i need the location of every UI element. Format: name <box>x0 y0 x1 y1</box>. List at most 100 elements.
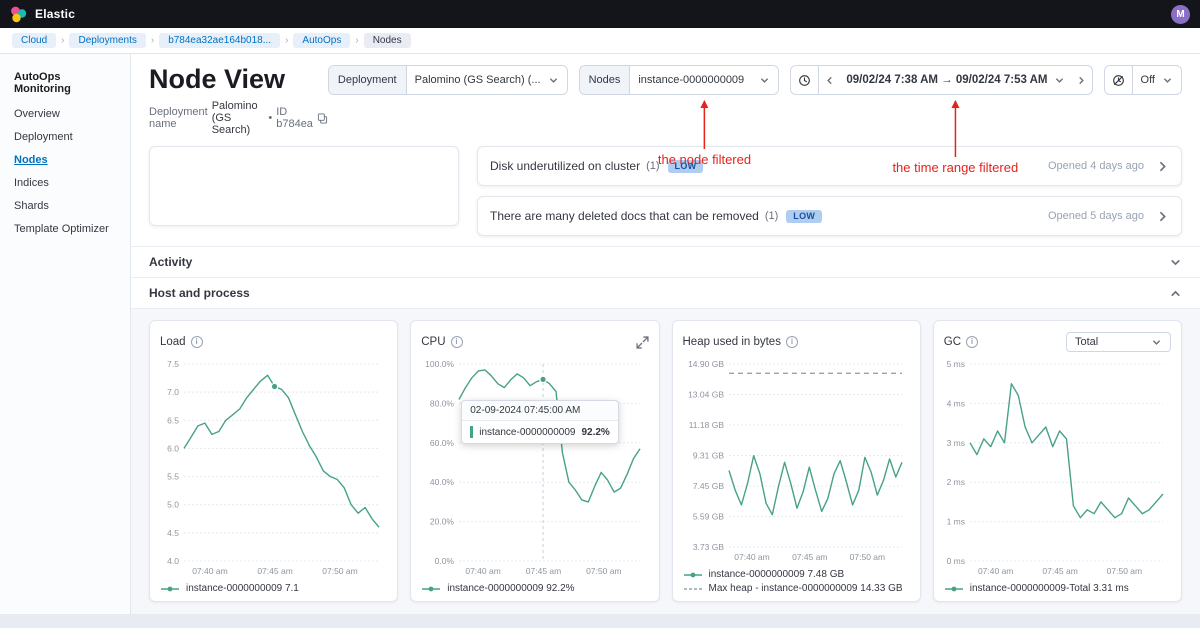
svg-text:07:40 am: 07:40 am <box>192 566 227 576</box>
time-next-button[interactable] <box>1072 66 1092 94</box>
svg-text:80.0%: 80.0% <box>430 398 455 408</box>
gc-metric-select[interactable]: Total <box>1066 332 1171 352</box>
time-range-display[interactable]: 09/02/24 7:38 AM → 09/02/24 7:53 AM <box>839 66 1071 94</box>
breadcrumb-separator-icon: › <box>151 35 154 46</box>
chevron-down-icon <box>1151 337 1162 348</box>
svg-text:07:50 am: 07:50 am <box>849 552 884 562</box>
svg-text:0 ms: 0 ms <box>946 556 964 566</box>
svg-text:7.45 GB: 7.45 GB <box>692 481 724 491</box>
info-icon[interactable]: i <box>966 336 978 348</box>
heap-chart-plot[interactable]: 14.90 GB13.04 GB11.18 GB9.31 GB7.45 GB5.… <box>683 354 910 563</box>
breadcrumb-cloud[interactable]: Cloud <box>12 33 56 48</box>
clock-history-icon <box>798 74 811 87</box>
breadcrumb-autoops[interactable]: AutoOps <box>293 33 350 48</box>
svg-text:3 ms: 3 ms <box>946 438 964 448</box>
sidebar-item-template-optimizer[interactable]: Template Optimizer <box>14 223 116 235</box>
brand-name: Elastic <box>35 7 75 21</box>
chart-title: CPU <box>421 336 445 348</box>
info-icon[interactable]: i <box>451 336 463 348</box>
expand-icon[interactable] <box>636 336 649 349</box>
svg-text:07:45 am: 07:45 am <box>1042 566 1077 576</box>
severity-badge: LOW <box>668 160 704 173</box>
gc-chart-plot[interactable]: 5 ms4 ms3 ms2 ms1 ms0 ms07:40 am07:45 am… <box>944 354 1171 577</box>
sidebar-item-deployment[interactable]: Deployment <box>14 131 116 143</box>
svg-text:11.18 GB: 11.18 GB <box>688 420 724 430</box>
svg-text:40.0%: 40.0% <box>430 477 455 487</box>
svg-text:7.5: 7.5 <box>167 359 179 369</box>
chevron-down-icon <box>759 75 770 86</box>
svg-text:07:40 am: 07:40 am <box>466 566 501 576</box>
chevron-up-icon <box>1169 287 1182 300</box>
time-picker-group: 09/02/24 7:38 AM → 09/02/24 7:53 AM <box>790 65 1092 95</box>
deployment-meta: Deployment name Palomino (GS Search) • I… <box>149 100 328 136</box>
breadcrumb-nodes: Nodes <box>364 33 411 48</box>
legend-item[interactable]: Max heap - instance-0000000009 14.33 GB <box>683 583 910 594</box>
breadcrumb-separator-icon: › <box>355 35 358 46</box>
activity-label: Activity <box>149 255 192 269</box>
time-prev-button[interactable] <box>819 66 839 94</box>
legend-item[interactable]: instance-0000000009-Total 3.31 ms <box>944 583 1171 594</box>
events-panel-left <box>149 146 459 226</box>
cpu-chart-plot[interactable]: 02-09-2024 07:45:00 AM instance-00000000… <box>421 354 648 577</box>
load-chart-plot[interactable]: 7.57.06.56.05.55.04.54.007:40 am07:45 am… <box>160 354 387 577</box>
gc-chart-card: GC i Total 5 ms4 ms3 ms2 ms1 ms0 ms07:40… <box>933 320 1182 602</box>
legend-item[interactable]: instance-0000000009 92.2% <box>421 583 648 594</box>
breadcrumb-deployment-id[interactable]: b784ea32ae164b018... <box>159 33 280 48</box>
refresh-interval-select[interactable]: Off <box>1133 66 1181 94</box>
svg-text:07:40 am: 07:40 am <box>734 552 769 562</box>
sidebar-item-overview[interactable]: Overview <box>14 108 116 120</box>
svg-text:5.5: 5.5 <box>167 472 179 482</box>
svg-text:07:40 am: 07:40 am <box>978 566 1013 576</box>
info-icon[interactable]: i <box>786 336 798 348</box>
nodes-select[interactable]: instance-0000000009 <box>630 66 778 94</box>
breadcrumb-deployments[interactable]: Deployments <box>69 33 145 48</box>
sidebar-item-indices[interactable]: Indices <box>14 177 116 189</box>
svg-text:3.73 GB: 3.73 GB <box>692 542 724 552</box>
event-rows: Disk underutilized on cluster (1) LOW Op… <box>477 146 1182 236</box>
event-row-disk-underutilized[interactable]: Disk underutilized on cluster (1) LOW Op… <box>477 146 1182 186</box>
chart-title: Load <box>160 336 186 348</box>
svg-text:7.0: 7.0 <box>167 387 179 397</box>
event-count: (1) <box>765 210 778 222</box>
svg-text:14.90 GB: 14.90 GB <box>688 359 724 369</box>
svg-text:4.5: 4.5 <box>167 528 179 538</box>
chart-title: GC <box>944 336 961 348</box>
heap-chart-svg: 14.90 GB13.04 GB11.18 GB9.31 GB7.45 GB5.… <box>683 354 910 563</box>
chevron-left-icon <box>824 75 835 86</box>
event-title: Disk underutilized on cluster <box>490 159 640 173</box>
user-avatar[interactable]: M <box>1171 5 1190 24</box>
legend-label: instance-0000000009 7.1 <box>186 583 299 594</box>
main-content: Node View Deployment name Palomino (GS S… <box>131 54 1200 614</box>
info-icon[interactable]: i <box>191 336 203 348</box>
sidebar-item-shards[interactable]: Shards <box>14 200 116 212</box>
sidebar-item-nodes[interactable]: Nodes <box>14 154 116 166</box>
event-title: There are many deleted docs that can be … <box>490 209 759 223</box>
page-title: Node View <box>149 63 328 95</box>
gc-metric-value: Total <box>1075 336 1098 348</box>
deployment-select[interactable]: Palomino (GS Search) (... <box>407 66 567 94</box>
host-process-label: Host and process <box>149 286 250 300</box>
time-range-value: 09/02/24 7:38 AM → 09/02/24 7:53 AM <box>846 74 1047 86</box>
event-row-deleted-docs[interactable]: There are many deleted docs that can be … <box>477 196 1182 236</box>
recent-time-ranges-button[interactable] <box>791 66 819 94</box>
svg-text:5 ms: 5 ms <box>946 359 964 369</box>
refresh-off-icon <box>1112 74 1125 87</box>
auto-refresh-toggle-button[interactable] <box>1105 66 1133 94</box>
legend-item[interactable]: instance-0000000009 7.48 GB <box>683 569 910 580</box>
legend-item[interactable]: instance-0000000009 7.1 <box>160 583 387 594</box>
copy-icon[interactable] <box>317 113 328 124</box>
events-zone: Disk underutilized on cluster (1) LOW Op… <box>131 146 1200 236</box>
svg-text:1 ms: 1 ms <box>946 517 964 527</box>
legend-label: instance-0000000009 7.48 GB <box>709 569 845 580</box>
elastic-logo[interactable] <box>10 6 27 23</box>
meta-separator: • <box>268 112 272 124</box>
legend-line-icon <box>944 584 964 594</box>
section-activity[interactable]: Activity <box>131 246 1200 278</box>
svg-text:07:50 am: 07:50 am <box>586 566 621 576</box>
cpu-chart-card: CPU i 02-09-2024 07:45:00 AM instance-00… <box>410 320 659 602</box>
svg-text:20.0%: 20.0% <box>430 517 455 527</box>
legend-line-icon <box>683 570 703 580</box>
event-count: (1) <box>646 160 659 172</box>
section-host-process[interactable]: Host and process <box>131 278 1200 309</box>
page: Elastic M Cloud › Deployments › b784ea32… <box>0 0 1200 628</box>
